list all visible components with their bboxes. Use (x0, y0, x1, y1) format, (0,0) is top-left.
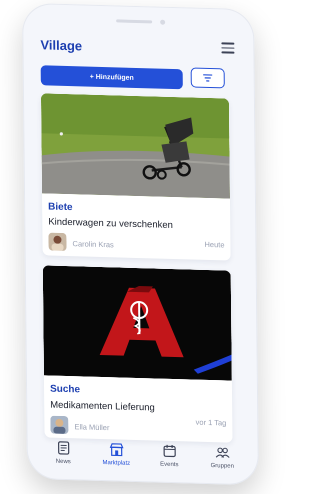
listing-tag: Suche (49, 383, 81, 396)
listing-author: Ella Müller (74, 422, 110, 433)
app-title: Village (40, 37, 83, 54)
filter-icon (203, 74, 213, 82)
listing-date: Heute (204, 239, 225, 250)
tab-events[interactable]: Events (147, 442, 191, 483)
group-icon (215, 447, 230, 458)
add-listing-button[interactable]: + Hinzufügen (40, 65, 183, 90)
phone-frame: Village + Hinzufügen Biete Kinderwagen z… (22, 2, 259, 486)
listing-photo (42, 265, 232, 381)
app-header: Village (40, 35, 240, 61)
camera-dot (160, 19, 166, 25)
tab-news[interactable]: News (41, 439, 85, 480)
bottom-tab-bar: News Marktplatz Events Gruppen (37, 439, 249, 485)
tab-label: Marktplatz (102, 460, 131, 467)
listing-card[interactable]: Suche Medikamenten Lieferung Ella Müller… (42, 265, 233, 443)
listing-photo (40, 93, 230, 199)
speaker-notch (116, 19, 153, 24)
tab-marktplatz[interactable]: Marktplatz (94, 441, 138, 482)
listing-card[interactable]: Biete Kinderwagen zu verschenken Carolin… (40, 93, 231, 261)
store-icon (109, 443, 124, 457)
calendar-icon (163, 444, 176, 458)
avatar (50, 415, 69, 435)
listing-tag: Biete (48, 201, 73, 214)
listing-author: Carolin Kras (72, 239, 114, 250)
tab-label: Events (160, 461, 179, 469)
tab-label: Gruppen (210, 463, 234, 470)
listing-title: Kinderwagen zu verschenken (48, 216, 173, 231)
listing-date: vor 1 Tag (195, 417, 227, 428)
tab-gruppen[interactable]: Gruppen (200, 444, 244, 485)
hamburger-menu-icon[interactable] (221, 42, 235, 54)
news-icon (57, 441, 69, 455)
listing-title: Medikamenten Lieferung (50, 399, 155, 414)
filter-button[interactable] (190, 67, 225, 89)
avatar (48, 232, 67, 252)
tab-label: News (55, 458, 71, 466)
